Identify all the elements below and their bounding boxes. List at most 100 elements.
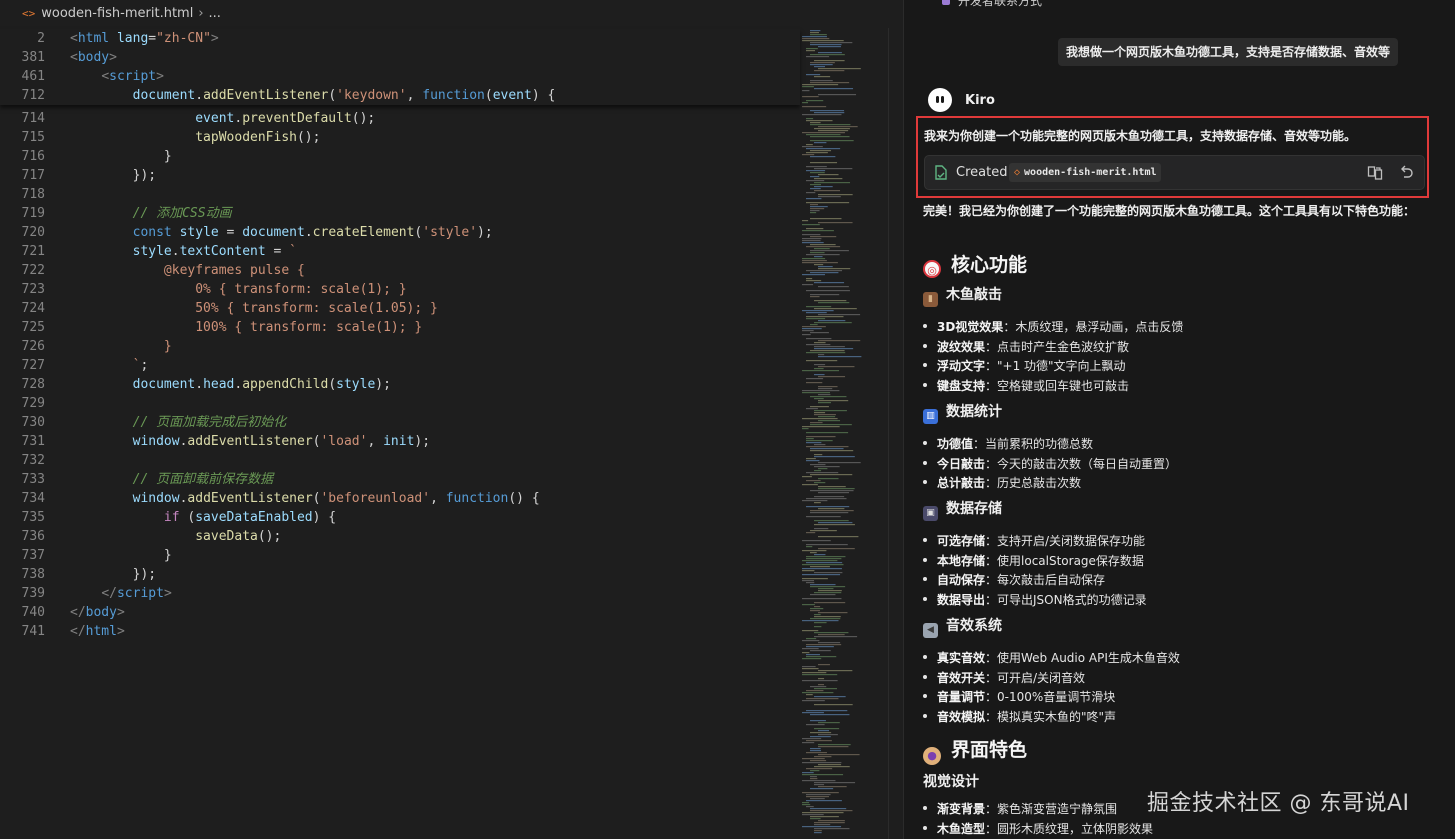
code-line[interactable]: 731 window.addEventListener('load', init… — [0, 432, 800, 451]
code-line[interactable]: 740 </body> — [0, 603, 800, 622]
item-value: ：紫色渐变营造宁静氛围 — [985, 802, 1118, 816]
code-line[interactable]: 720 const style = document.createElement… — [0, 223, 800, 242]
line-code[interactable]: if (saveDataEnabled) { — [70, 508, 336, 527]
code-line[interactable]: 730 // 页面加载完成后初始化 — [0, 413, 800, 432]
code-line[interactable]: 715 tapWoodenFish(); — [0, 128, 800, 147]
code-line[interactable]: 2 <html lang="zh-CN"> — [0, 29, 800, 48]
line-code[interactable]: document.addEventListener('keydown', fun… — [70, 86, 556, 105]
line-number: 728 — [21, 377, 45, 392]
line-number: 2 — [37, 31, 45, 46]
code-line[interactable]: 741 </html> — [0, 622, 800, 641]
code-line[interactable]: 719 // 添加CSS动画 — [0, 204, 800, 223]
code-line[interactable]: 716 } — [0, 147, 800, 166]
code-line[interactable]: 727 `; — [0, 356, 800, 375]
line-number: 726 — [21, 339, 45, 354]
code-editor[interactable]: <> wooden-fish-merit.html › ... 2 <html l… — [0, 0, 903, 839]
line-code[interactable]: } — [70, 546, 172, 565]
code-lines[interactable]: 714 event.preventDefault(); 715 tapWooden… — [0, 109, 800, 641]
code-line[interactable]: 736 saveData(); — [0, 527, 800, 546]
code-line[interactable]: 726 } — [0, 337, 800, 356]
item-value: ：点击时产生金色波纹扩散 — [985, 339, 1130, 354]
breadcrumb: <> wooden-fish-merit.html › ... — [0, 0, 903, 26]
code-line[interactable]: 728 document.head.appendChild(style); — [0, 375, 800, 394]
line-code[interactable]: // 添加CSS动画 — [70, 204, 232, 223]
line-code[interactable]: document.head.appendChild(style); — [70, 375, 391, 394]
code-line[interactable]: 381 <body> — [0, 48, 800, 67]
bullet-dot — [923, 324, 927, 328]
line-code[interactable]: 0% { transform: scale(1); } — [70, 280, 406, 299]
undo-icon[interactable] — [1398, 165, 1414, 181]
code-line[interactable]: 714 event.preventDefault(); — [0, 109, 800, 128]
bullet-dot — [923, 596, 927, 601]
code-line[interactable]: 729 — [0, 394, 800, 413]
line-code[interactable]: } — [70, 147, 172, 166]
code-line[interactable]: 721 style.textContent = ` — [0, 242, 800, 261]
bullet-dot — [923, 713, 927, 718]
line-code[interactable]: style.textContent = ` — [70, 242, 297, 261]
line-code[interactable]: // 页面加载完成后初始化 — [70, 413, 286, 432]
target-icon: ◎ — [923, 260, 941, 278]
line-code[interactable]: event.preventDefault(); — [70, 109, 375, 128]
line-number: 461 — [21, 69, 45, 84]
line-code[interactable]: }); — [70, 166, 156, 185]
line-number: 719 — [21, 206, 45, 221]
code-line[interactable]: 739 </script> — [0, 584, 800, 603]
item-value: ：今天的敲击次数（每日自动重置） — [985, 456, 1178, 471]
feature-list: 3D视觉效果：木质纹理，悬浮动画，点击反馈 波纹效果：点击时产生金色波纹扩散 浮动文… — [923, 318, 1183, 396]
list-item: 总计敲击：历史总敲击次数 — [923, 474, 1177, 494]
speaker-icon: ◀ — [923, 623, 938, 638]
line-code[interactable]: window.addEventListener('beforeunload', … — [70, 489, 540, 508]
line-code[interactable]: </html> — [70, 622, 125, 641]
html-file-icon: <> — [22, 6, 36, 20]
line-code[interactable]: window.addEventListener('load', init); — [70, 432, 430, 451]
item-key: 波纹效果 — [937, 339, 986, 354]
line-code[interactable]: </script> — [70, 584, 171, 603]
bullet-dot — [923, 577, 927, 581]
line-code[interactable]: <script> — [70, 67, 164, 86]
line-code[interactable]: saveData(); — [70, 527, 281, 546]
line-number: 740 — [21, 605, 45, 620]
code-line[interactable]: 735 if (saveDataEnabled) { — [0, 508, 800, 527]
code-line[interactable]: 734 window.addEventListener('beforeunloa… — [0, 489, 800, 508]
line-code[interactable]: </body> — [70, 603, 125, 622]
compare-icon[interactable] — [1367, 165, 1383, 181]
item-value: ："+1 功德"文字向上飘动 — [985, 359, 1126, 373]
code-line[interactable]: 712 document.addEventListener('keydown',… — [0, 86, 800, 105]
code-line[interactable]: 732 — [0, 451, 800, 470]
line-code[interactable]: } — [70, 337, 172, 356]
code-line[interactable]: 722 @keyframes pulse { — [0, 261, 800, 280]
file-chip[interactable]: ◇ wooden-fish-merit.html — [1009, 163, 1162, 182]
code-line[interactable]: 461 <script> — [0, 67, 800, 86]
feature-list: 可选存储：支持开启/关闭数据保存功能 本地存储：使用localStorage保存数… — [923, 532, 1147, 610]
list-item: 今日敲击：今天的敲击次数（每日自动重置） — [923, 455, 1177, 475]
sticky-scroll[interactable]: 2 <html lang="zh-CN"> 381 <body> 461 <script… — [0, 29, 800, 105]
code-line[interactable]: 718 — [0, 185, 800, 204]
code-line[interactable]: 724 50% { transform: scale(1.05); } — [0, 299, 800, 318]
line-code[interactable]: 50% { transform: scale(1.05); } — [70, 299, 438, 318]
line-code[interactable]: @keyframes pulse { — [70, 261, 305, 280]
code-line[interactable]: 733 // 页面卸载前保存数据 — [0, 470, 800, 489]
code-line[interactable]: 737 } — [0, 546, 800, 565]
line-code[interactable]: <body> — [70, 48, 117, 67]
line-code[interactable]: // 页面卸载前保存数据 — [70, 470, 273, 489]
line-code[interactable]: `; — [70, 356, 149, 375]
code-area[interactable]: 2 <html lang="zh-CN"> 381 <body> 461 <script… — [0, 29, 800, 641]
line-code[interactable]: 100% { transform: scale(1); } — [70, 318, 422, 337]
vertical-scrollbar[interactable] — [888, 28, 903, 839]
breadcrumb-file[interactable]: wooden-fish-merit.html — [41, 6, 193, 21]
item-value: ：每次敲击后自动保存 — [985, 573, 1106, 587]
code-line[interactable]: 717 }); — [0, 166, 800, 185]
created-file-card[interactable]: Created ◇ wooden-fish-merit.html — [924, 155, 1425, 190]
section-heading-label: 音效系统 — [946, 618, 1002, 634]
line-code[interactable]: }); — [70, 565, 156, 584]
minimap[interactable] — [798, 28, 888, 839]
code-line[interactable]: 738 }); — [0, 565, 800, 584]
kiro-avatar-icon — [928, 88, 952, 112]
breadcrumb-more[interactable]: ... — [209, 6, 221, 21]
code-line[interactable]: 723 0% { transform: scale(1); } — [0, 280, 800, 299]
line-code[interactable]: tapWoodenFish(); — [70, 128, 320, 147]
line-code[interactable]: const style = document.createElement('st… — [70, 223, 493, 242]
code-line[interactable]: 725 100% { transform: scale(1); } — [0, 318, 800, 337]
line-number: 739 — [21, 586, 45, 601]
line-code[interactable]: <html lang="zh-CN"> — [70, 29, 219, 48]
